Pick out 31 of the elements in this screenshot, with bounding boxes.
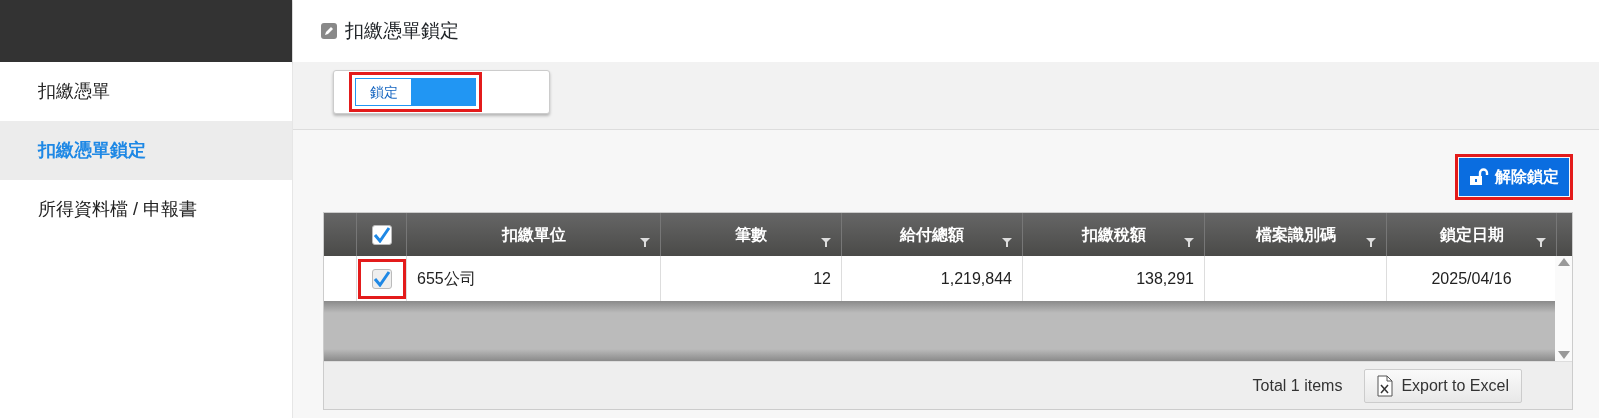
filter-icon[interactable] bbox=[1536, 238, 1546, 247]
column-header[interactable]: 扣繳稅額 bbox=[1081, 222, 1146, 247]
column-header[interactable]: 筆數 bbox=[735, 222, 767, 247]
excel-file-icon bbox=[1377, 374, 1394, 397]
column-header[interactable]: 檔案識別碼 bbox=[1255, 222, 1336, 247]
filter-icon[interactable] bbox=[640, 238, 650, 247]
row-checkbox[interactable] bbox=[371, 268, 392, 289]
lock-toggle[interactable]: 鎖定 bbox=[355, 78, 476, 106]
unlock-button[interactable]: 解除鎖定 bbox=[1459, 158, 1569, 196]
filter-icon[interactable] bbox=[1002, 238, 1012, 247]
table-cell-text: 138,291 bbox=[1136, 268, 1194, 289]
filter-icon[interactable] bbox=[821, 238, 831, 247]
total-items-text: Total 1 items bbox=[1252, 375, 1343, 396]
sidebar-item[interactable]: 扣繳憑單 bbox=[0, 62, 292, 121]
table-cell-text: 12 bbox=[813, 268, 831, 289]
column-header[interactable]: 鎖定日期 bbox=[1439, 222, 1504, 247]
table-cell-text: 1,219,844 bbox=[940, 268, 1012, 289]
export-button[interactable]: Export to Excel bbox=[1364, 368, 1522, 403]
sidebar-item[interactable]: 所得資料檔 / 申報書 bbox=[0, 180, 292, 239]
scroll-up-icon[interactable] bbox=[1557, 258, 1570, 266]
select-all-checkbox[interactable] bbox=[371, 224, 392, 245]
unlock-icon bbox=[1469, 168, 1489, 186]
pencil-icon bbox=[321, 23, 337, 39]
scroll-down-icon[interactable] bbox=[1557, 351, 1570, 359]
page-title: 扣繳憑單鎖定 bbox=[345, 18, 459, 43]
column-header[interactable]: 給付總額 bbox=[900, 222, 964, 247]
column-header[interactable]: 扣繳單位 bbox=[501, 222, 566, 247]
filter-icon[interactable] bbox=[1184, 238, 1194, 247]
table-cell-text: 655公司 bbox=[417, 268, 476, 289]
table-cell-text: 2025/04/16 bbox=[1431, 268, 1512, 289]
filter-icon[interactable] bbox=[1366, 238, 1376, 247]
